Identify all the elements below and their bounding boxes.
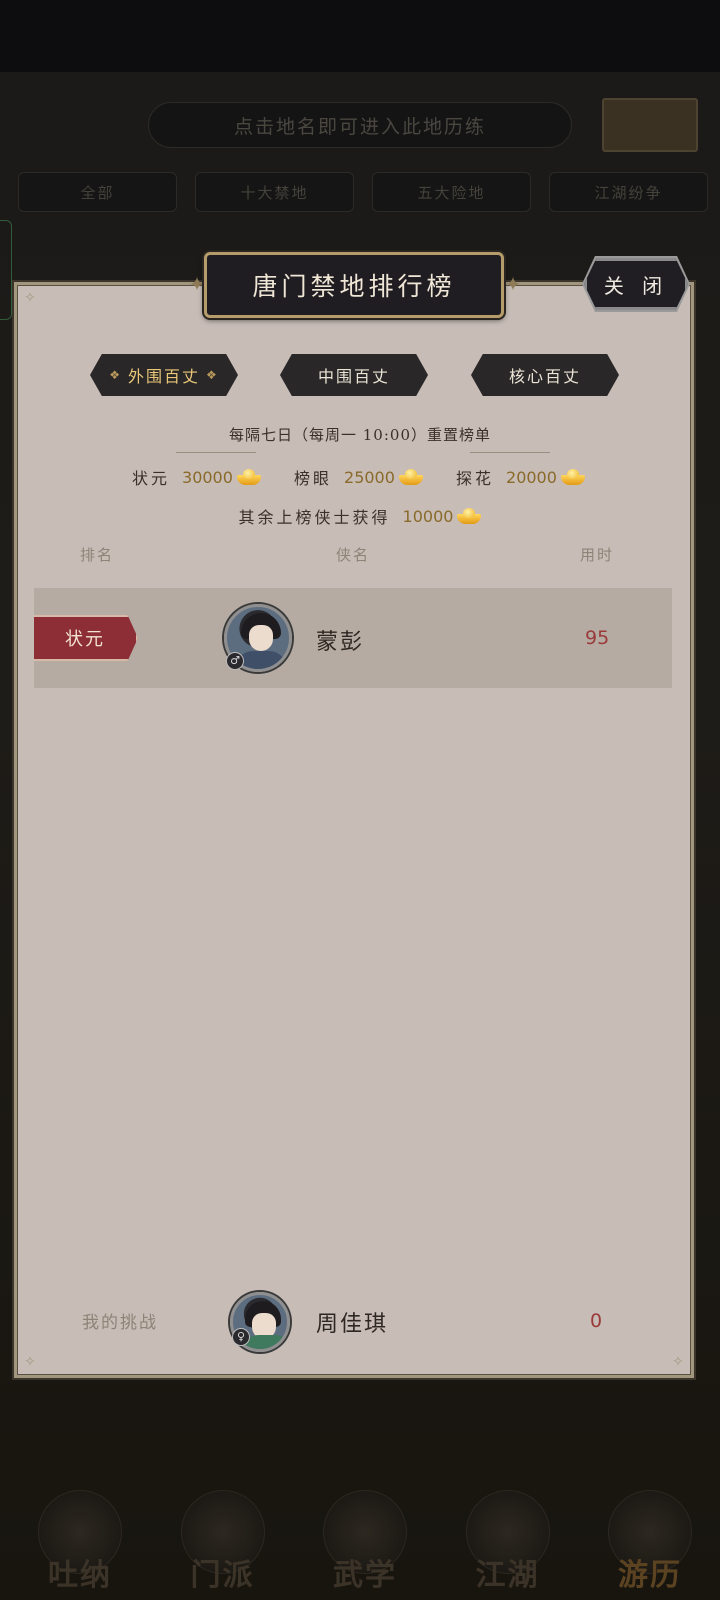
- nav-label: 游历: [618, 1558, 682, 1593]
- divider: [470, 452, 550, 453]
- reward-label: 探花: [456, 469, 495, 488]
- bg-tab-ten-forbidden: 十大禁地: [195, 172, 354, 212]
- reward-third: 探花 20000: [456, 464, 585, 490]
- map-hint-bar: 点击地名即可进入此地历练: [148, 102, 572, 148]
- player-name: 蒙彭: [316, 630, 365, 655]
- others-reward-amount: 10000: [402, 506, 454, 526]
- bg-tab-jianghu: 江湖纷争: [549, 172, 708, 212]
- tab-core-100[interactable]: 核心百丈: [469, 352, 621, 398]
- gold-ingot-icon: [236, 469, 261, 485]
- corner-ornament-icon: ✧: [24, 1354, 36, 1370]
- others-reward-label: 其余上榜侠士获得: [238, 508, 391, 527]
- gold-ingot-icon: [457, 508, 482, 524]
- my-challenge-label: 我的挑战: [82, 1313, 158, 1333]
- column-header-time: 用时: [580, 546, 615, 564]
- side-handle: [0, 220, 12, 320]
- others-reward: 其余上榜侠士获得 10000: [0, 504, 720, 528]
- title-ornament-icon: ✦: [504, 272, 522, 296]
- my-time: 0: [590, 1310, 603, 1332]
- tab-ornament-icon: ❖: [206, 368, 219, 382]
- divider: [176, 452, 256, 453]
- column-header-name: 侠名: [336, 546, 371, 564]
- my-name: 周佳琪: [316, 1312, 389, 1337]
- reset-schedule-text: 每隔七日（每周一 10:00）重置榜单: [229, 426, 491, 444]
- female-icon: ♀: [232, 1328, 250, 1346]
- column-header-rank: 排名: [80, 546, 115, 564]
- tab-ornament-icon: ❖: [109, 368, 122, 382]
- male-icon: ♂: [226, 652, 244, 670]
- rank-badge: 状元: [34, 615, 138, 661]
- tab-label: 核心百丈: [508, 367, 581, 386]
- reward-label: 状元: [132, 469, 171, 488]
- corner-ornament-icon: ✧: [672, 1354, 684, 1370]
- nav-sect: 门派: [163, 1470, 283, 1600]
- tab-middle-100[interactable]: 中围百丈: [278, 352, 430, 398]
- reward-first: 状元 30000: [132, 464, 261, 490]
- tab-label: 外围百丈: [127, 367, 200, 386]
- background-tabs: 全部 十大禁地 五大险地 江湖纷争: [18, 172, 708, 212]
- nav-label: 门派: [190, 1558, 255, 1593]
- leaderboard-panel: ✧ ✧ ✧ ✧: [14, 282, 694, 1378]
- leaderboard-title: 唐门禁地排行榜: [204, 252, 504, 318]
- map-scroll-icon: [602, 98, 698, 152]
- gold-ingot-icon: [398, 469, 423, 485]
- nav-travel: 游历: [590, 1470, 710, 1600]
- reward-amount: 25000: [344, 467, 395, 487]
- bg-tab-all: 全部: [18, 172, 177, 212]
- tab-label: 中围百丈: [317, 367, 390, 386]
- reward-second: 榜眼 25000: [294, 464, 423, 490]
- nav-martial-arts: 武学: [305, 1470, 425, 1600]
- nav-label: 江湖: [475, 1558, 540, 1593]
- nav-jianghu: 江湖: [448, 1470, 568, 1600]
- bottom-nav: 吐纳 门派 武学 江湖 游历: [20, 1470, 710, 1600]
- reward-label: 榜眼: [294, 469, 333, 488]
- nav-label: 武学: [333, 1558, 397, 1593]
- player-time: 95: [585, 627, 610, 649]
- tab-outer-100[interactable]: ❖ 外围百丈 ❖: [88, 352, 240, 398]
- gold-ingot-icon: [560, 469, 585, 485]
- reward-amount: 20000: [506, 467, 557, 487]
- corner-ornament-icon: ✧: [24, 290, 36, 306]
- nav-breathing: 吐纳: [20, 1470, 140, 1600]
- nav-label: 吐纳: [48, 1558, 112, 1593]
- bg-tab-five-danger: 五大险地: [372, 172, 531, 212]
- reward-amount: 30000: [182, 467, 233, 487]
- close-button[interactable]: 关 闭: [584, 258, 688, 310]
